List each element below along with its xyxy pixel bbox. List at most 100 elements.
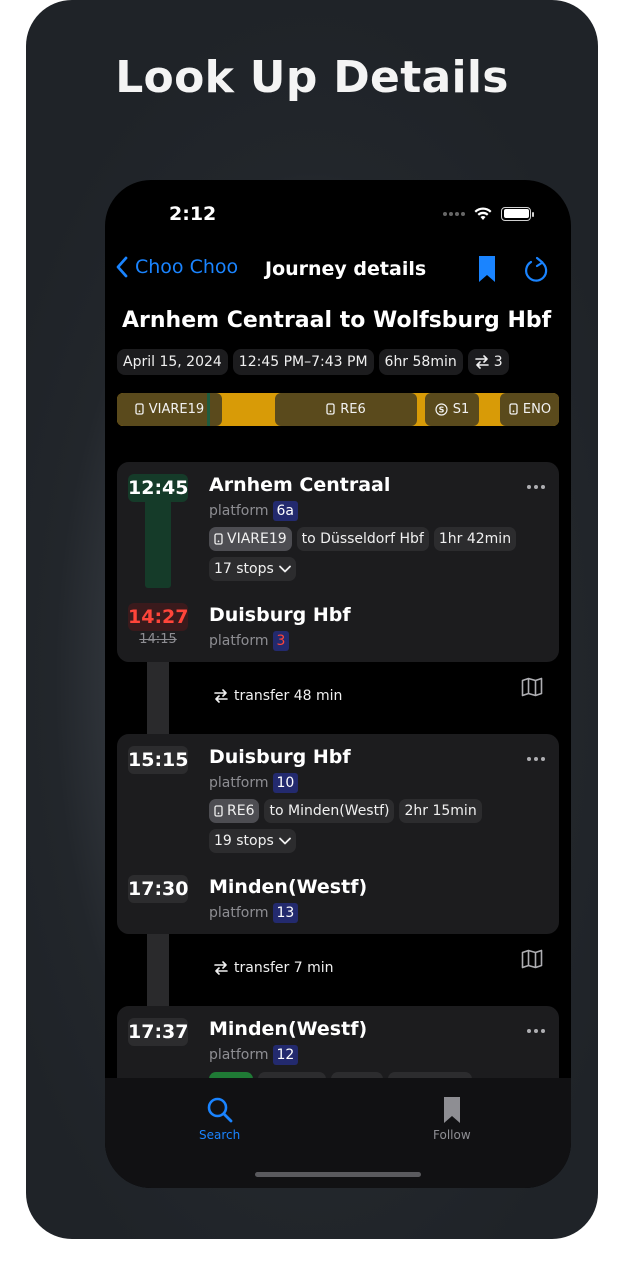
chevron-down-icon <box>278 837 291 845</box>
transfer-icon <box>474 355 489 369</box>
departure-stop[interactable]: Minden(Westf) <box>209 1018 367 1040</box>
arrival-platform: platform 13 <box>209 903 299 923</box>
leg-card[interactable]: 17:37 Minden(Westf) platform 12 <box>117 1006 559 1078</box>
map-button[interactable] <box>521 949 543 973</box>
leg-duration-chip: 1hr 42min <box>433 527 517 551</box>
segment-re6[interactable]: RE6 <box>275 393 417 426</box>
tab-follow[interactable]: Follow <box>433 1096 471 1142</box>
stops-toggle-button[interactable]: 17 stops <box>209 557 296 581</box>
svg-text:S: S <box>438 406 444 415</box>
magnifier-icon <box>207 1097 233 1123</box>
more-options-button[interactable] <box>527 485 545 489</box>
tab-label: Search <box>199 1128 241 1142</box>
train-icon <box>509 403 518 415</box>
segment-eno[interactable]: ENO <box>500 393 559 426</box>
promo-card: Look Up Details 2:12 Choo Choo Journey d… <box>26 0 598 1239</box>
map-button[interactable] <box>521 677 543 701</box>
home-indicator <box>255 1172 421 1177</box>
status-icons <box>443 206 534 221</box>
chevron-down-icon <box>278 565 291 573</box>
transfer-row: transfer 48 min <box>213 688 342 704</box>
transfer-count-chip: 3 <box>467 349 509 375</box>
tab-search[interactable]: Search <box>199 1096 240 1142</box>
platform-number: 6a <box>272 501 298 521</box>
stops-count: 19 stops <box>214 833 274 849</box>
duration-chip: 6hr 58min <box>378 349 463 375</box>
train-chip[interactable]: RE6 <box>209 799 260 823</box>
journey-title: Arnhem Centraal to Wolfsburg Hbf <box>122 308 552 333</box>
bookmark-button[interactable] <box>478 255 496 287</box>
departure-stop[interactable]: Duisburg Hbf <box>209 746 351 768</box>
phone-screen: 2:12 Choo Choo Journey details Arnhem Ce… <box>105 180 571 1188</box>
train-icon <box>214 804 223 817</box>
refresh-icon <box>525 256 548 282</box>
transfer-icon <box>214 689 228 703</box>
more-options-button[interactable] <box>527 1029 545 1033</box>
platform-label: platform <box>209 775 269 791</box>
status-time: 2:12 <box>169 203 217 225</box>
direction-chip: to Minden(Westf) <box>264 799 395 823</box>
arrival-platform: platform 3 <box>209 631 290 651</box>
departure-time: 17:37 <box>128 1018 188 1046</box>
platform-number-changed: 3 <box>272 631 290 651</box>
headline: Look Up Details <box>115 52 509 103</box>
train-icon <box>326 403 335 415</box>
leg-card[interactable]: 12:45 Arnhem Centraal platform 6a VIARE1… <box>117 462 559 662</box>
leg-info-chips: RE6 to Minden(Westf) 2hr 15min <box>209 799 482 823</box>
departure-platform: platform 12 <box>209 1045 299 1065</box>
leg-duration-chip: 2hr 15min <box>399 799 482 823</box>
platform-label: platform <box>209 905 269 921</box>
transfer-icon <box>214 961 228 975</box>
map-icon <box>521 949 543 969</box>
direction-chip: to Düsseldorf Hbf <box>296 527 429 551</box>
departure-platform: platform 10 <box>209 773 299 793</box>
arrival-time: 17:30 <box>128 875 188 903</box>
train-chip[interactable]: VIARE19 <box>209 527 292 551</box>
segment-s1[interactable]: S S1 <box>425 393 479 426</box>
train-icon <box>214 532 223 545</box>
arrival-stop[interactable]: Duisburg Hbf <box>209 604 351 626</box>
arrival-stop[interactable]: Minden(Westf) <box>209 876 367 898</box>
transfer-label: transfer 48 min <box>234 688 343 704</box>
cellular-signal-icon <box>443 211 465 216</box>
segment-label: VIARE19 <box>148 402 205 417</box>
refresh-button[interactable] <box>523 256 549 288</box>
segment-label: S1 <box>452 402 470 417</box>
departure-time: 12:45 <box>128 474 188 502</box>
train-name: VIARE19 <box>227 531 287 547</box>
date-chip: April 15, 2024 <box>117 349 228 375</box>
current-position-marker <box>207 393 210 426</box>
platform-number: 10 <box>272 773 299 793</box>
transfer-count: 3 <box>493 354 503 370</box>
chevron-left-icon <box>116 256 128 278</box>
nav-title: Journey details <box>265 258 427 280</box>
leg-card[interactable]: 15:15 Duisburg Hbf platform 10 RE6 to Mi… <box>117 734 559 934</box>
train-icon <box>135 403 144 415</box>
platform-label: platform <box>209 503 269 519</box>
tab-label: Follow <box>433 1128 471 1142</box>
platform-label: platform <box>209 633 269 649</box>
bookmark-icon <box>479 256 495 282</box>
journey-timeline-bar[interactable]: VIARE19 RE6 S S1 ENO <box>117 393 559 426</box>
wifi-icon <box>474 207 492 220</box>
time-range-chip: 12:45 PM–7:43 PM <box>232 349 374 375</box>
departure-stop[interactable]: Arnhem Centraal <box>209 474 390 496</box>
leg-info-chips: VIARE19 to Düsseldorf Hbf 1hr 42min <box>209 527 517 551</box>
departure-platform: platform 6a <box>209 501 298 521</box>
transfer-label: transfer 7 min <box>234 960 334 976</box>
segment-label: ENO <box>522 402 552 417</box>
back-button[interactable]: Choo Choo <box>115 256 238 278</box>
platform-number: 13 <box>272 903 299 923</box>
platform-number: 12 <box>272 1045 299 1065</box>
arrival-time-delayed: 14:27 <box>128 603 188 631</box>
battery-icon <box>501 206 534 221</box>
more-options-button[interactable] <box>527 757 545 761</box>
stops-toggle-button[interactable]: 19 stops <box>209 829 296 853</box>
segment-label: RE6 <box>340 402 366 417</box>
bookmark-icon <box>443 1097 460 1123</box>
journey-legs-list[interactable]: 12:45 Arnhem Centraal platform 6a VIARE1… <box>105 462 571 1078</box>
stops-count: 17 stops <box>214 561 274 577</box>
platform-label: platform <box>209 1047 269 1063</box>
train-name: RE6 <box>227 803 255 819</box>
map-icon <box>521 677 543 697</box>
